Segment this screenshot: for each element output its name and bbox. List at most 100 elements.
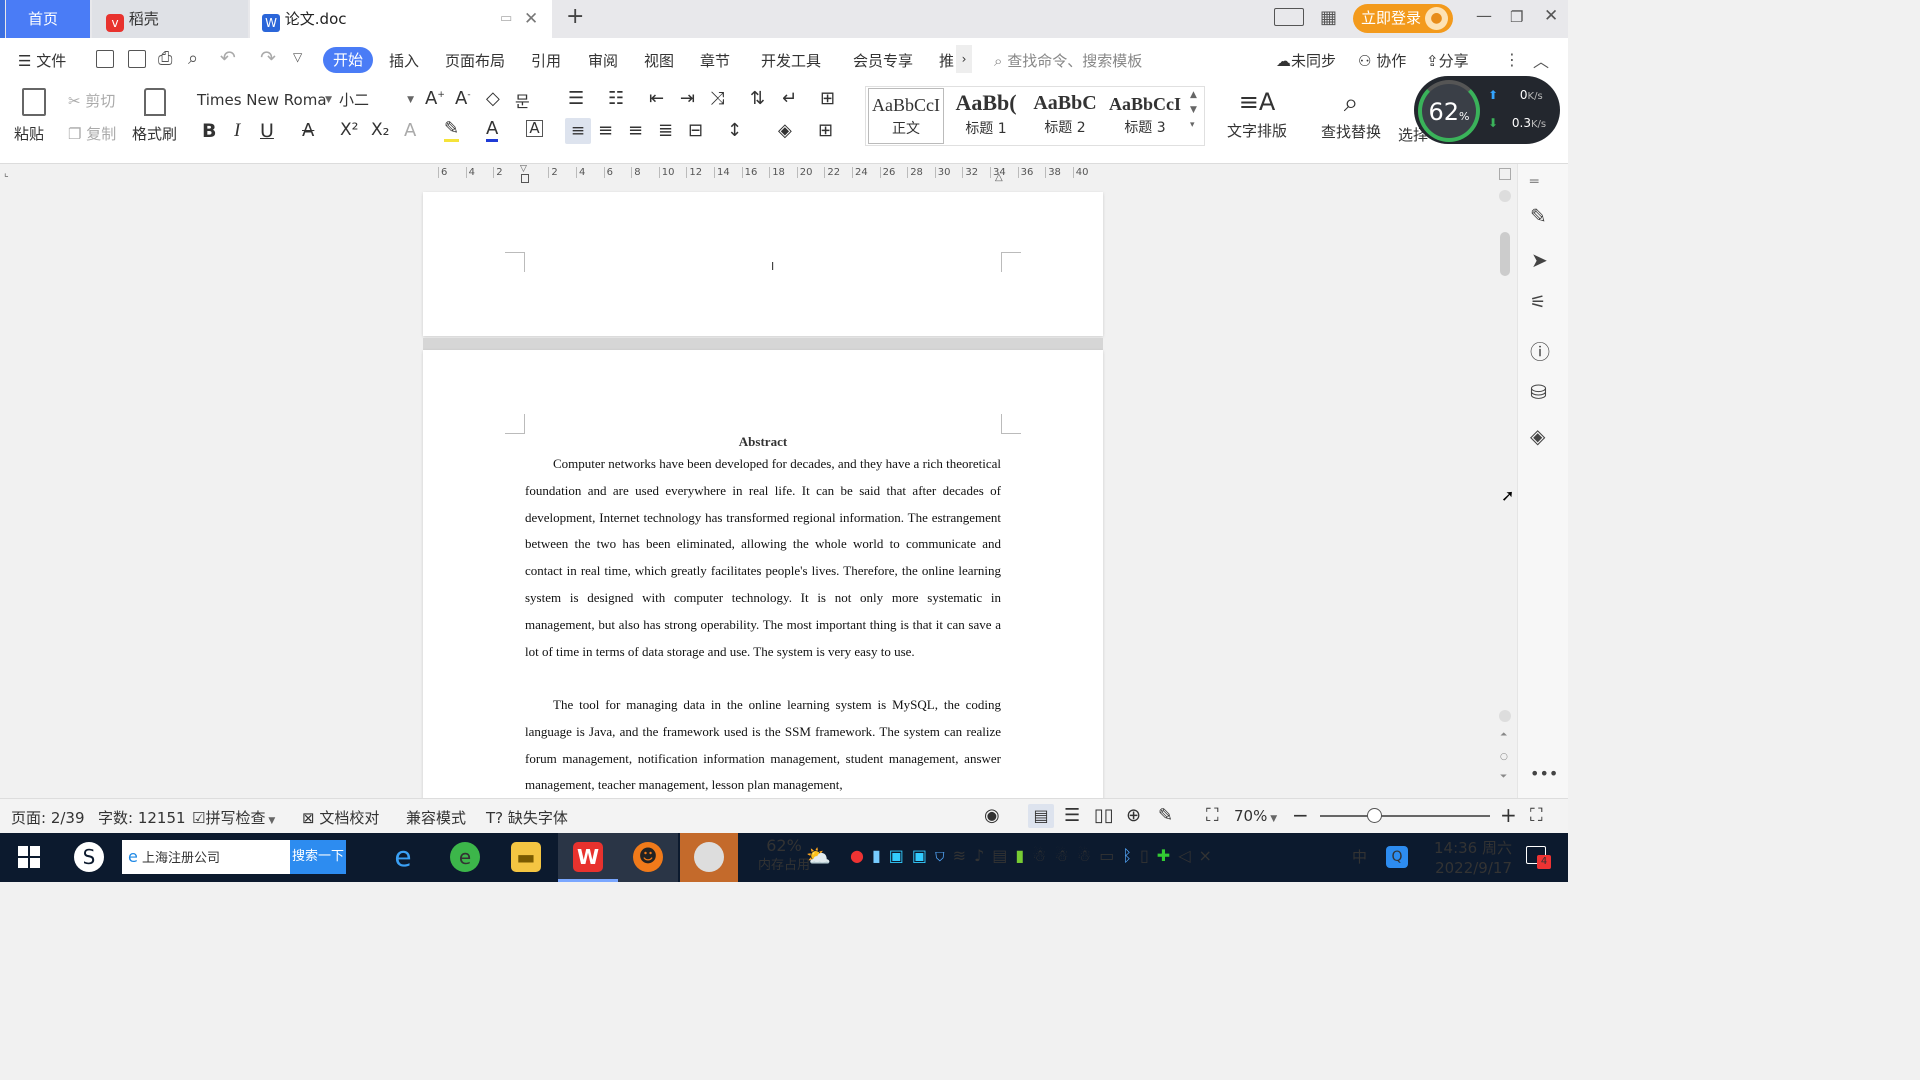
- increase-indent-icon[interactable]: ⇥: [680, 88, 695, 109]
- sort-icon[interactable]: ⇅: [750, 88, 765, 109]
- style-normal[interactable]: AaBbCcI 正文: [868, 88, 944, 144]
- tray-bag-icon[interactable]: ▮: [872, 846, 889, 865]
- select-browse-icon[interactable]: ○: [1500, 752, 1508, 762]
- clear-format-icon[interactable]: ◇: [486, 88, 500, 109]
- collab-button[interactable]: ⚇ 协作: [1358, 50, 1406, 71]
- borders-icon[interactable]: ⊞: [818, 120, 833, 141]
- fit-page-icon[interactable]: ⛶: [1206, 805, 1219, 826]
- sidebar-adjust-icon[interactable]: ⚟: [1530, 292, 1546, 313]
- prev-page-icon[interactable]: ⏶: [1500, 730, 1507, 740]
- doc-map-icon[interactable]: [1499, 168, 1511, 180]
- highlight-icon[interactable]: ✎: [444, 118, 460, 142]
- scroll-up-icon[interactable]: [1499, 190, 1511, 202]
- sidebar-collapse-icon[interactable]: ═: [1530, 174, 1538, 190]
- decrease-indent-icon[interactable]: ⇤: [649, 88, 664, 109]
- zoom-slider-handle[interactable]: [1367, 808, 1382, 823]
- restore-icon[interactable]: ❐: [1510, 8, 1523, 26]
- taskbar-search-box[interactable]: e 上海注册公司: [122, 840, 290, 874]
- vertical-scrollbar[interactable]: ⏶ ○ ⏷: [1497, 164, 1515, 798]
- start-windows-icon[interactable]: [18, 846, 40, 868]
- tray-tencent2-icon[interactable]: ▣: [912, 846, 935, 865]
- share-button[interactable]: ⇪分享: [1426, 50, 1469, 71]
- tray-bell-icon[interactable]: ♪: [974, 846, 992, 865]
- underline-icon[interactable]: U: [260, 120, 274, 142]
- line-spacing-icon[interactable]: ↕: [727, 120, 742, 141]
- new-tab-button[interactable]: +: [566, 4, 584, 29]
- ime-indicator[interactable]: 中: [1352, 846, 1367, 867]
- scroll-thumb[interactable]: [1500, 232, 1510, 276]
- align-right-icon[interactable]: ≡: [628, 120, 643, 141]
- horizontal-ruler[interactable]: 6 4 2 2 4 6 8 10 12 14 16 18 20 22 24 26 28 30 32 34 36 38 40 …: [430, 164, 1110, 184]
- distributed-align-icon[interactable]: ⊟: [688, 120, 703, 141]
- spell-check-button[interactable]: ☑拼写检查 ▼: [192, 807, 275, 828]
- tab-home[interactable]: 首页: [6, 0, 90, 38]
- tray-360-icon[interactable]: ✚: [1157, 846, 1178, 865]
- doc-proof-button[interactable]: ⊠ 文档校对: [302, 807, 379, 828]
- text-effect-icon[interactable]: A: [404, 120, 416, 141]
- tray-q-icon[interactable]: Q: [1386, 846, 1408, 868]
- menu-tab-developer[interactable]: 开发工具: [761, 50, 821, 71]
- tray-qq2-icon[interactable]: ☃: [1055, 846, 1077, 865]
- command-search[interactable]: ⌕ 查找命令、搜索模板: [994, 50, 1142, 71]
- menu-tab-start[interactable]: 开始: [323, 47, 373, 73]
- shading-icon[interactable]: ◈: [778, 120, 792, 141]
- scroll-down-icon[interactable]: [1499, 710, 1511, 722]
- style-scroll-icon[interactable]: ▲ ▼ ▾: [1190, 88, 1197, 133]
- superscript-icon[interactable]: X²: [340, 120, 358, 140]
- 360-safe-browser-icon[interactable]: e: [450, 842, 480, 872]
- justify-icon[interactable]: ≣: [658, 120, 673, 141]
- reading-view-icon[interactable]: ▯▯: [1094, 805, 1114, 826]
- undo-icon[interactable]: ↶: [220, 47, 236, 69]
- file-menu[interactable]: ☰ 文件: [18, 50, 66, 71]
- tray-bluetooth-icon[interactable]: ᛒ: [1122, 846, 1140, 865]
- style-heading-1[interactable]: AaBb( 标题 1: [948, 88, 1024, 144]
- bold-icon[interactable]: B: [202, 120, 216, 142]
- tray-nvidia-icon[interactable]: ▮: [1015, 846, 1032, 865]
- photo-taskbar-button[interactable]: [680, 833, 738, 882]
- login-button[interactable]: 立即登录 ●: [1353, 4, 1453, 33]
- left-indent-icon[interactable]: [521, 174, 529, 183]
- style-heading-3[interactable]: AaBbCcI 标题 3: [1106, 88, 1184, 144]
- strikethrough-icon[interactable]: A: [302, 120, 314, 141]
- phonetic-guide-icon[interactable]: 문: [515, 88, 530, 112]
- page-2[interactable]: Abstract Computer networks have been dev…: [423, 350, 1103, 810]
- style-heading-2[interactable]: AaBbC 标题 2: [1027, 88, 1103, 144]
- more-options-icon[interactable]: ⋮: [1504, 50, 1520, 69]
- export-icon[interactable]: [128, 50, 146, 68]
- align-left-icon[interactable]: ≡: [565, 118, 591, 144]
- menu-tab-references[interactable]: 引用: [531, 50, 561, 71]
- italic-icon[interactable]: I: [234, 120, 240, 142]
- find-replace-button[interactable]: ⌕ 查找替换: [1314, 88, 1388, 144]
- copy-button[interactable]: ❐ 复制: [68, 123, 116, 144]
- minimize-icon[interactable]: —: [1476, 6, 1492, 25]
- ruler-toggle-icon[interactable]: ⊞: [820, 88, 835, 109]
- layout-toggle-icon[interactable]: [1274, 8, 1304, 26]
- app-taskbar-button[interactable]: ☻: [618, 833, 678, 882]
- tray-usb-icon[interactable]: ▯: [1140, 846, 1157, 865]
- zoom-slider-track[interactable]: [1320, 815, 1490, 817]
- missing-font-button[interactable]: T? 缺失字体: [486, 807, 568, 828]
- paste-button[interactable]: 粘贴: [14, 88, 54, 144]
- tray-qq3-icon[interactable]: ☃: [1077, 846, 1099, 865]
- file-explorer-icon[interactable]: ▬: [511, 842, 541, 872]
- page-1[interactable]: I: [423, 192, 1103, 336]
- page-indicator[interactable]: 页面: 2/39: [11, 807, 85, 828]
- tray-tencent-icon[interactable]: ▣: [889, 846, 912, 865]
- tab-monitor-icon[interactable]: ▭: [500, 0, 512, 38]
- font-size-select[interactable]: 小二 ▼: [336, 88, 416, 112]
- quick-access-dropdown-icon[interactable]: ▽: [293, 50, 302, 64]
- collapse-ribbon-icon[interactable]: ︿: [1533, 48, 1549, 72]
- tray-wifi-icon[interactable]: ≋: [953, 846, 974, 865]
- apps-grid-icon[interactable]: ▦: [1320, 7, 1337, 28]
- taskbar-search-button[interactable]: 搜索一下: [290, 840, 346, 874]
- 360-browser-icon[interactable]: S: [74, 842, 104, 872]
- show-marks-icon[interactable]: ↵: [782, 88, 797, 109]
- sidebar-tools-icon[interactable]: ◈: [1530, 424, 1545, 448]
- menu-tab-insert[interactable]: 插入: [389, 50, 419, 71]
- menu-tab-member[interactable]: 会员专享: [853, 50, 913, 71]
- menu-tab-recommend[interactable]: 推: [939, 50, 954, 71]
- fullscreen-icon[interactable]: ⛶: [1530, 805, 1543, 826]
- menu-tab-review[interactable]: 审阅: [588, 50, 618, 71]
- tray-battery-icon[interactable]: ▭: [1099, 846, 1122, 865]
- font-name-select[interactable]: Times New Roma ▼: [192, 88, 334, 112]
